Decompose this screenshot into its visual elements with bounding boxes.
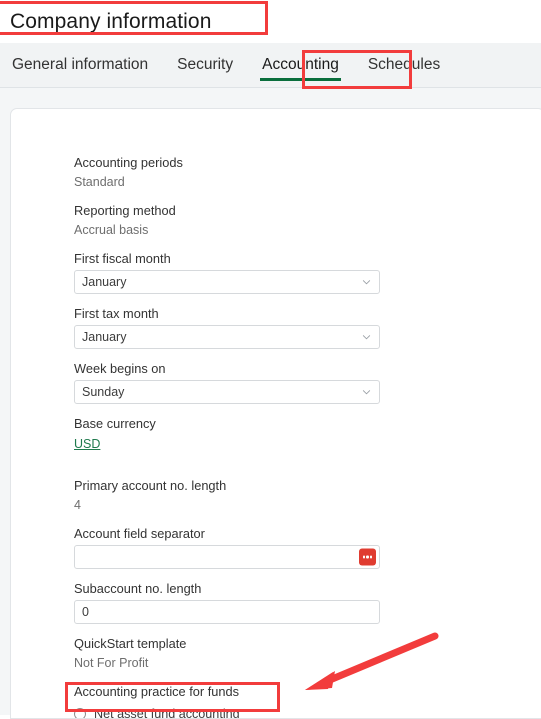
tab-security[interactable]: Security	[177, 43, 233, 87]
field-week-begins-on: Week begins on Sunday	[74, 361, 384, 404]
field-value: Not For Profit	[74, 655, 384, 671]
account-field-separator-input[interactable]	[74, 545, 380, 569]
field-label: First tax month	[74, 306, 384, 322]
field-value: Standard	[74, 174, 384, 190]
radio-label: Net asset fund accounting	[94, 706, 240, 719]
field-value: Accrual basis	[74, 222, 384, 238]
radio-net-asset-fund-accounting[interactable]: Net asset fund accounting	[74, 703, 384, 719]
field-label: Primary account no. length	[74, 478, 384, 494]
field-label: QuickStart template	[74, 636, 384, 652]
field-quickstart-template: QuickStart template Not For Profit	[74, 636, 384, 671]
field-label: Base currency	[74, 416, 384, 432]
page-header: Company information	[0, 0, 541, 43]
dot	[363, 556, 365, 558]
subaccount-no-length-input[interactable]: 0	[74, 600, 380, 624]
week-begins-on-select[interactable]: Sunday	[74, 380, 380, 404]
tab-label: Accounting	[262, 56, 339, 74]
chevron-down-icon	[362, 333, 371, 342]
tab-label: General information	[12, 56, 148, 74]
ellipsis-icon[interactable]	[359, 549, 376, 566]
field-reporting-method: Reporting method Accrual basis	[74, 203, 384, 238]
accounting-panel: Accounting periods Standard Reporting me…	[10, 108, 541, 719]
field-label: Reporting method	[74, 203, 384, 219]
tab-bar: General information Security Accounting …	[0, 43, 541, 88]
input-value: 0	[75, 601, 89, 623]
tab-label: Schedules	[368, 56, 440, 74]
field-label: Account field separator	[74, 526, 384, 542]
radio-icon	[74, 708, 86, 719]
select-value: January	[75, 271, 126, 293]
select-value: Sunday	[75, 381, 124, 403]
field-base-currency: Base currency USD	[74, 416, 384, 465]
field-first-tax-month: First tax month January	[74, 306, 384, 349]
tab-accounting[interactable]: Accounting	[262, 43, 339, 87]
chevron-down-icon	[362, 388, 371, 397]
dot	[366, 556, 368, 558]
first-fiscal-month-select[interactable]: January	[74, 270, 380, 294]
field-value: 4	[74, 497, 384, 513]
base-currency-link[interactable]: USD	[74, 436, 100, 452]
field-label: First fiscal month	[74, 251, 384, 267]
accounting-form: Accounting periods Standard Reporting me…	[74, 155, 384, 719]
base-currency-link-wrap: USD	[74, 435, 384, 465]
field-label: Week begins on	[74, 361, 384, 377]
accounting-practice-radio-group: Net asset fund accounting Traditional fu…	[74, 703, 384, 719]
select-value: January	[75, 326, 126, 348]
field-label: Accounting periods	[74, 155, 384, 171]
field-subaccount-no-length: Subaccount no. length 0	[74, 581, 384, 624]
field-accounting-periods: Accounting periods Standard	[74, 155, 384, 190]
dot	[370, 556, 372, 558]
field-accounting-practice-for-funds: Accounting practice for funds Net asset …	[74, 684, 384, 719]
field-label: Subaccount no. length	[74, 581, 384, 597]
chevron-down-icon	[362, 278, 371, 287]
field-first-fiscal-month: First fiscal month January	[74, 251, 384, 294]
field-label: Accounting practice for funds	[74, 684, 384, 700]
first-tax-month-select[interactable]: January	[74, 325, 380, 349]
tab-general-information[interactable]: General information	[12, 43, 148, 87]
field-account-field-separator: Account field separator	[74, 526, 384, 569]
page-title: Company information	[10, 10, 212, 34]
tab-schedules[interactable]: Schedules	[368, 43, 440, 87]
tab-label: Security	[177, 56, 233, 74]
field-primary-account-no-length: Primary account no. length 4	[74, 478, 384, 513]
